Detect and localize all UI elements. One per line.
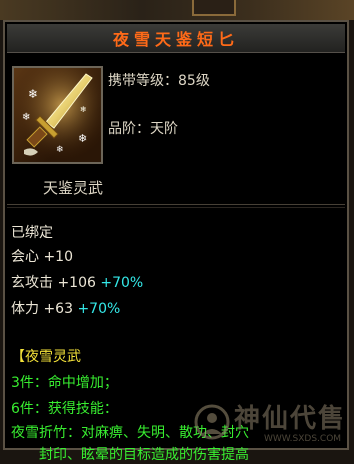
item-subtitle: 天鉴灵武 (43, 179, 104, 197)
carry-level-label: 携带等级： (108, 73, 178, 89)
rank-value: 天阶 (150, 121, 178, 137)
stat-hp-value: +63 (43, 301, 73, 317)
item-tooltip: 夜雪天鉴短匕 ❄ ❄ ❄ ❄ ❄ 携带等级：85级 品阶：天阶 天鉴灵武 已绑定… (3, 20, 349, 463)
stat-hp-label: 体力 (11, 301, 39, 317)
svg-text:❄: ❄ (56, 145, 64, 155)
stat-xuan-attack: 玄攻击 +106 +70% (11, 272, 143, 292)
bound-status: 已绑定 (11, 225, 53, 241)
stat-xuan-bonus: +70% (100, 275, 144, 291)
watermark: 神仙代售 WWW.SXDS.COM (192, 394, 352, 452)
stat-hp-bonus: +70% (77, 301, 121, 317)
item-icon-slot[interactable]: ❄ ❄ ❄ ❄ ❄ (12, 66, 103, 164)
stat-xuan-label: 玄攻击 (11, 275, 53, 291)
svg-text:❄: ❄ (22, 112, 30, 123)
set-name: 【夜雪灵武 (11, 349, 81, 365)
watermark-url: WWW.SXDS.COM (264, 434, 342, 444)
carry-level-value: 85级 (178, 73, 210, 89)
background-frame (0, 0, 354, 20)
stat-crit-value: +10 (43, 249, 73, 265)
stat-crit-label: 会心 (11, 249, 39, 265)
frame-ornament (192, 0, 236, 16)
svg-text:❄: ❄ (78, 132, 87, 145)
svg-text:❄: ❄ (80, 105, 87, 114)
title-bar: 夜雪天鉴短匕 (7, 24, 345, 53)
set-bonus-3: 3件：命中增加； (11, 375, 118, 391)
rank-label: 品阶： (108, 121, 150, 137)
set-bonus-6: 6件：获得技能： (11, 401, 118, 417)
divider-shadow (7, 207, 345, 208)
stat-hp: 体力 +63 +70% (11, 298, 120, 318)
stat-crit: 会心 +10 (11, 246, 73, 266)
svg-text:❄: ❄ (28, 87, 38, 101)
stat-xuan-value: +106 (57, 275, 96, 291)
divider (7, 204, 345, 205)
item-name: 夜雪天鉴短匕 (112, 30, 239, 49)
dagger-icon: ❄ ❄ ❄ ❄ ❄ (14, 68, 101, 162)
item-rank: 品阶：天阶 (108, 118, 178, 138)
watermark-text: 神仙代售 (234, 404, 347, 434)
carry-level: 携带等级：85级 (108, 70, 210, 90)
